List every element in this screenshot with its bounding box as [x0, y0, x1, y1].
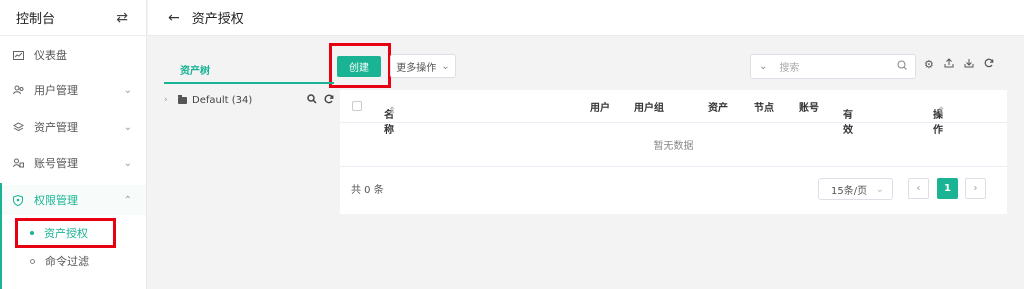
prev-page-button[interactable]: ‹: [908, 178, 929, 199]
tree-node-default[interactable]: › Default (34): [164, 92, 334, 108]
search-input[interactable]: ⌄ 搜索: [750, 54, 916, 79]
sidebar-item-label: 仪表盘: [34, 49, 67, 62]
column-header-user: 用户: [590, 102, 610, 114]
chevron-down-icon: ⌄: [875, 183, 884, 195]
dashboard-icon: [12, 49, 24, 61]
refresh-icon[interactable]: [324, 94, 334, 107]
highlight-box-sidebar: [15, 218, 116, 248]
sidebar-item-accounts[interactable]: 账号管理 ⌄: [0, 148, 146, 178]
chevron-down-icon: ⌄: [123, 121, 132, 133]
chevron-down-icon: ⌄: [441, 60, 450, 72]
table-header: 名称 ⇕ 用户 用户组 资产 节点 账号 有效 ⌄ 操作 ⇕: [340, 90, 1007, 136]
expand-arrow-icon[interactable]: ›: [164, 95, 178, 105]
chevron-down-icon: ⌄: [123, 84, 132, 96]
import-icon[interactable]: [964, 58, 974, 71]
chevron-down-icon: ⌄: [123, 157, 132, 169]
search-icon[interactable]: [307, 93, 317, 107]
tab-asset-tree[interactable]: 资产树: [164, 56, 334, 84]
more-actions-label: 更多操作: [396, 62, 437, 74]
asset-tree-panel: 资产树 › Default (34): [164, 56, 334, 108]
back-arrow-icon[interactable]: ←: [168, 10, 180, 26]
page-header: ← 资产授权: [148, 0, 1024, 36]
column-header-asset: 资产: [708, 102, 728, 114]
sidebar-item-users[interactable]: 用户管理 ⌄: [0, 75, 146, 105]
sidebar-subitem-command-filter[interactable]: 命令过滤: [0, 247, 146, 275]
sidebar-item-label: 权限管理: [34, 194, 78, 207]
page-size-value: 15条/页: [831, 185, 868, 197]
sidebar-subitem-label: 命令过滤: [45, 255, 89, 268]
chevron-down-icon[interactable]: ⌄: [759, 61, 767, 72]
sidebar-item-permissions[interactable]: 权限管理 ⌃: [0, 185, 146, 215]
next-page-button[interactable]: ›: [965, 178, 986, 199]
bullet-icon: [30, 258, 35, 264]
sidebar-item-dashboard[interactable]: 仪表盘: [0, 40, 146, 70]
chevron-down-icon: ⌄: [843, 106, 852, 117]
users-icon: [12, 84, 24, 96]
layers-icon: [12, 121, 24, 133]
active-indicator: [0, 183, 2, 289]
sidebar-header: 控制台 ⇄: [0, 0, 146, 36]
column-header-node: 节点: [754, 102, 774, 114]
page-size-select[interactable]: 15条/页 ⌄: [818, 178, 893, 200]
select-all-checkbox[interactable]: [352, 101, 362, 111]
shield-icon: [12, 194, 24, 206]
search-placeholder: 搜索: [779, 63, 800, 74]
sort-icon[interactable]: ⇕: [937, 106, 945, 117]
sidebar-title: 控制台: [16, 12, 56, 27]
sidebar-item-assets[interactable]: 资产管理 ⌄: [0, 112, 146, 142]
empty-state: 暂无数据: [340, 123, 1007, 167]
tree-actions: [307, 93, 334, 107]
sidebar-item-label: 账号管理: [34, 157, 78, 170]
swap-icon[interactable]: ⇄: [116, 10, 128, 26]
column-header-account: 账号: [799, 102, 819, 114]
create-button[interactable]: 创建: [337, 56, 381, 77]
more-actions-dropdown[interactable]: 更多操作 ⌄: [390, 54, 456, 78]
page-title: 资产授权: [191, 12, 244, 27]
folder-icon: [178, 94, 187, 104]
refresh-icon[interactable]: [984, 58, 994, 71]
table-footer: 共 0 条 15条/页 ⌄ ‹ 1 ›: [340, 167, 1007, 213]
search-icon[interactable]: [897, 60, 907, 73]
permission-table: 名称 ⇕ 用户 用户组 资产 节点 账号 有效 ⌄ 操作 ⇕ 暂无数据 共 0 …: [340, 90, 1007, 214]
toolbar-icons: ⚙: [924, 58, 994, 71]
settings-icon[interactable]: ⚙: [924, 58, 934, 71]
chevron-up-icon: ⌃: [123, 194, 132, 206]
tree-node-label: Default (34): [192, 94, 253, 106]
sidebar-item-label: 用户管理: [34, 84, 78, 97]
sort-icon[interactable]: ⇕: [388, 106, 396, 117]
export-icon[interactable]: [944, 58, 954, 71]
column-header-user-group: 用户组: [634, 102, 664, 114]
total-count: 共 0 条: [351, 185, 384, 196]
current-page-button[interactable]: 1: [937, 178, 958, 199]
sidebar-item-label: 资产管理: [34, 121, 78, 134]
account-icon: [12, 157, 24, 169]
